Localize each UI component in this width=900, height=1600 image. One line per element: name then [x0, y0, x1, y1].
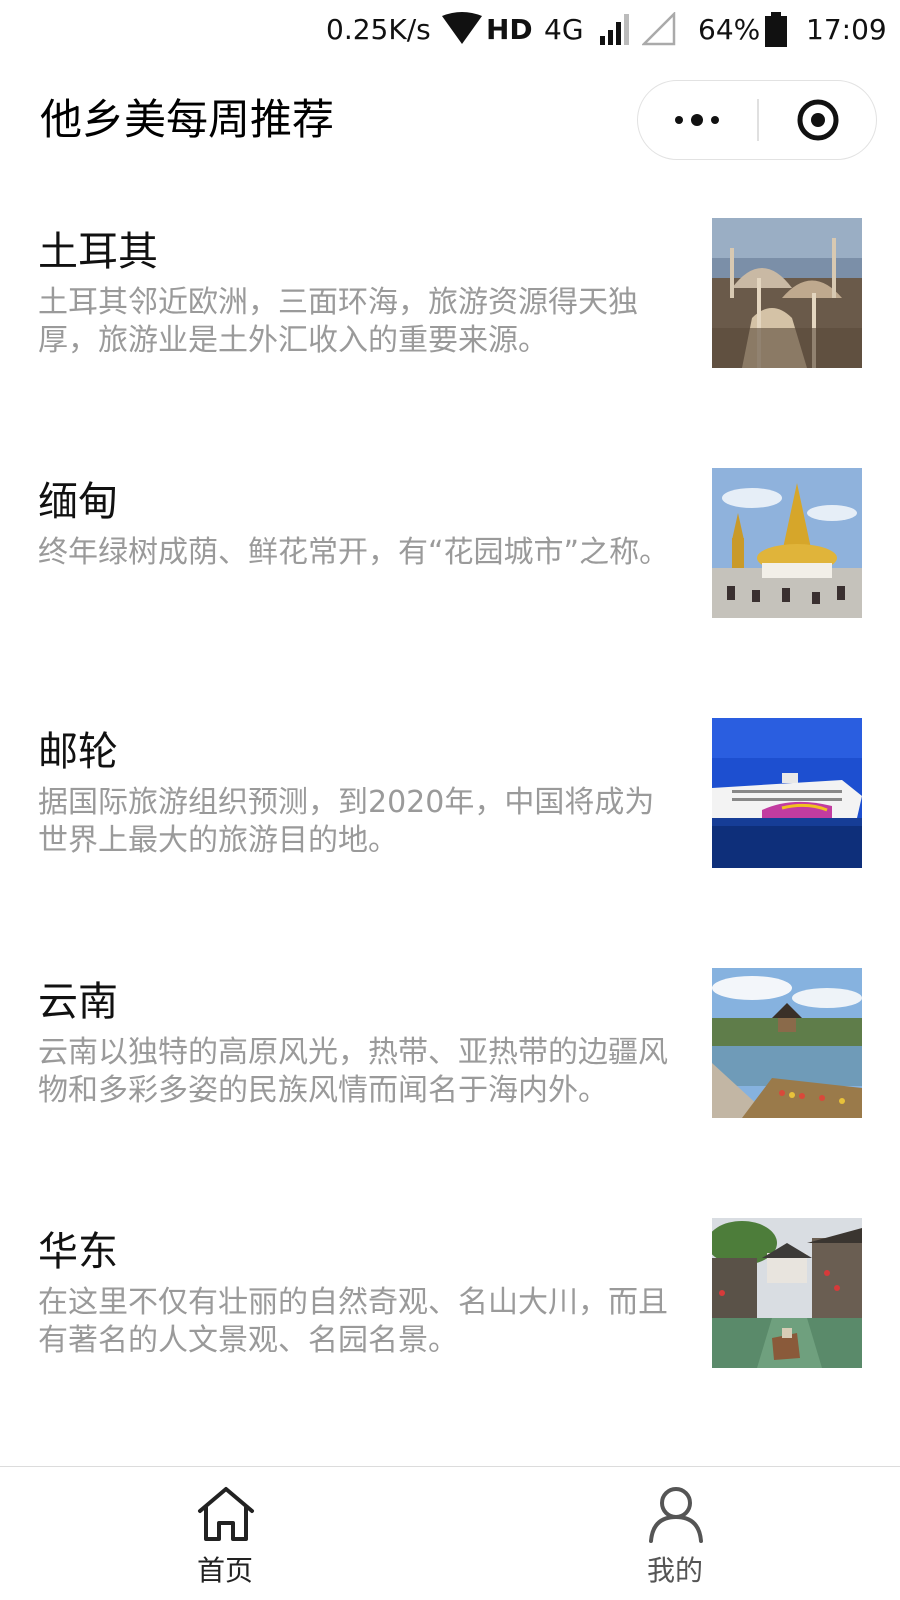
network-type: 4G	[544, 13, 584, 46]
list-item[interactable]: 华东 在这里不仅有壮丽的自然奇观、名山大川，而且有著名的人文景观、名园名景。	[0, 1180, 900, 1430]
tab-mine[interactable]: 我的	[575, 1467, 775, 1600]
yunnan-lake-photo	[712, 968, 862, 1118]
mini-program-capsule	[637, 80, 877, 160]
tab-label: 首页	[196, 1554, 253, 1587]
more-dots-icon	[675, 114, 719, 126]
item-description: 云南以独特的高原风光，热带、亚热带的边疆风物和多彩多姿的民族风情而闻名于海内外。	[38, 1035, 668, 1108]
item-title: 邮轮	[38, 729, 118, 775]
net-speed: 0.25K/s	[326, 13, 431, 46]
water-town-photo	[712, 1218, 862, 1368]
item-description: 据国际旅游组织预测，到2020年，中国将成为世界上最大的旅游目的地。	[38, 785, 655, 858]
close-button[interactable]	[759, 81, 877, 159]
tab-home[interactable]: 首页	[125, 1467, 325, 1600]
signal-empty-icon	[640, 10, 676, 55]
wifi-icon	[440, 12, 484, 55]
more-button[interactable]	[638, 81, 756, 159]
item-title: 华东	[38, 1229, 118, 1275]
turkey-mosque-photo	[712, 218, 862, 368]
page-title: 他乡美每周推荐	[40, 95, 335, 144]
battery-icon	[764, 12, 788, 57]
item-description: 在这里不仅有壮丽的自然奇观、名山大川，而且有著名的人文景观、名园名景。	[38, 1285, 668, 1358]
item-description: 终年绿树成荫、鲜花常开，有“花园城市”之称。	[38, 535, 670, 570]
item-title: 云南	[38, 979, 118, 1025]
myanmar-pagoda-photo	[712, 468, 862, 618]
item-description: 土耳其邻近欧洲，三面环海，旅游资源得天独厚，旅游业是土外汇收入的重要来源。	[38, 285, 638, 358]
navigation-bar: 他乡美每周推荐	[0, 60, 900, 180]
clock: 17:09	[806, 13, 887, 46]
tab-label: 我的	[646, 1554, 703, 1587]
item-title: 缅甸	[38, 479, 118, 525]
status-bar: 0.25K/s HD 4G 64% 17:09	[0, 0, 900, 60]
battery-percent: 64%	[698, 13, 761, 46]
list-item[interactable]: 缅甸 终年绿树成荫、鲜花常开，有“花园城市”之称。	[0, 430, 900, 680]
user-icon	[649, 1487, 703, 1543]
hd-badge: HD	[486, 13, 533, 46]
list-item[interactable]: 邮轮 据国际旅游组织预测，到2020年，中国将成为世界上最大的旅游目的地。	[0, 680, 900, 930]
cruise-ship-photo	[712, 718, 862, 868]
item-title: 土耳其	[38, 229, 158, 275]
tab-bar: 首页 我的	[0, 1466, 900, 1600]
target-circle-icon	[797, 99, 839, 141]
list-item[interactable]: 云南 云南以独特的高原风光，热带、亚热带的边疆风物和多彩多姿的民族风情而闻名于海…	[0, 930, 900, 1180]
item-thumbnail	[712, 218, 862, 368]
item-thumbnail	[712, 968, 862, 1118]
home-icon	[198, 1487, 254, 1541]
signal-icon	[600, 12, 630, 55]
item-thumbnail	[712, 1218, 862, 1368]
item-thumbnail	[712, 718, 862, 868]
list-item[interactable]: 土耳其 土耳其邻近欧洲，三面环海，旅游资源得天独厚，旅游业是土外汇收入的重要来源…	[0, 180, 900, 430]
item-thumbnail	[712, 468, 862, 618]
